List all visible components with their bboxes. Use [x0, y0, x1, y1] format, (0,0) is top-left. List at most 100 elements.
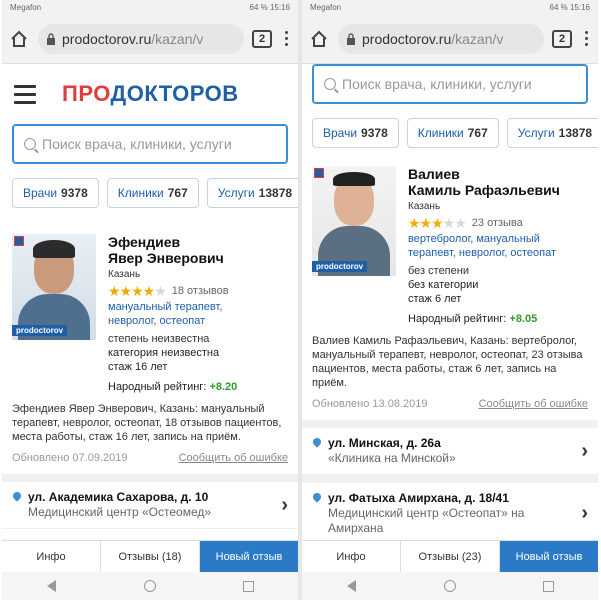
search-input[interactable]: Поиск врача, клиники, услуги: [12, 124, 288, 164]
people-rating: Народный рейтинг: +8.20: [108, 380, 288, 394]
logo-pro: ПРО: [62, 81, 111, 106]
location-pin-icon: [312, 493, 322, 505]
doctor-photo[interactable]: prodoctorov: [312, 166, 396, 276]
address-clinic: Медицинский центр «Остеопат» на Амирхана: [328, 506, 525, 535]
updated-row: Обновлено 07.09.2019 Сообщить об ошибке: [2, 452, 298, 464]
address-bar[interactable]: prodoctorov.ru/kazan/v: [38, 23, 244, 54]
rating-label: Народный рейтинг:: [108, 381, 207, 393]
tabs-count-button[interactable]: 2: [252, 29, 272, 48]
people-rating: Народный рейтинг: +8.05: [408, 312, 588, 326]
section-divider: [2, 474, 298, 482]
phone-left: Megafon 64 % 15:16 prodoctorov.ru/kazan/…: [2, 0, 298, 600]
verified-badge-icon: [314, 168, 324, 178]
doctor-card: prodoctorov Валиев Камиль Рафаэльевич Ка…: [302, 166, 598, 326]
address-street: ул. Минская, д. 26а: [328, 436, 441, 450]
home-circle-icon[interactable]: [143, 579, 157, 593]
section-divider: [302, 475, 598, 483]
android-nav-bar: [2, 572, 298, 600]
bottom-tab-bar: Инфо Отзывы (18) Новый отзыв: [2, 540, 298, 572]
tab-reviews[interactable]: Отзывы (18): [101, 541, 200, 572]
chip-count: 767: [467, 126, 488, 140]
status-bar: Megafon 64 % 15:16: [302, 0, 598, 14]
site-header: ПРОДОКТОРОВ: [2, 64, 298, 124]
chip-doctors[interactable]: Врачи 9378: [12, 178, 99, 208]
photo-watermark: prodoctorov: [312, 261, 368, 272]
address-item[interactable]: ул. Минская, д. 26а «Клиника на Минской»…: [302, 428, 598, 475]
recents-icon[interactable]: [242, 579, 256, 593]
search-placeholder: Поиск врача, клиники, услуги: [42, 136, 232, 152]
photo-watermark: prodoctorov: [12, 325, 68, 336]
category-chips: Врачи 9378 Клиники 767 Услуги 13878: [2, 178, 298, 208]
address-bar[interactable]: prodoctorov.ru/kazan/v: [338, 23, 544, 54]
carrier-label: Megafon: [310, 2, 342, 12]
tabs-count-button[interactable]: 2: [552, 29, 572, 48]
chevron-right-icon: ›: [581, 502, 588, 524]
chip-doctors[interactable]: Врачи 9378: [312, 118, 399, 148]
rating-row: ★★★★★ 18 отзывов: [108, 284, 288, 298]
chip-clinics[interactable]: Клиники 767: [106, 178, 199, 208]
doctor-info: Валиев Камиль Рафаэльевич Казань ★★★★★ 2…: [408, 166, 588, 326]
browser-toolbar: prodoctorov.ru/kazan/v 2: [302, 14, 598, 64]
back-icon[interactable]: [344, 579, 358, 593]
address-item[interactable]: ул. Академика Сахарова, д. 10 Медицински…: [2, 482, 298, 529]
address-street: ул. Фатыха Амирхана, д. 18/41: [328, 491, 509, 505]
address-item[interactable]: ул. Фатыха Амирхана, д. 18/41 Медицински…: [302, 483, 598, 545]
reviews-link[interactable]: 23 отзыва: [472, 216, 523, 230]
rating-row: ★★★★★ 23 отзыва: [408, 216, 588, 230]
browser-toolbar: prodoctorov.ru/kazan/v 2: [2, 14, 298, 64]
doctor-info: Эфендиев Явер Энверович Казань ★★★★★ 18 …: [108, 234, 288, 394]
new-review-button[interactable]: Новый отзыв: [200, 541, 298, 572]
chip-label: Клиники: [117, 186, 164, 200]
search-input[interactable]: Поиск врача, клиники, услуги: [312, 64, 588, 104]
updated-row: Обновлено 13.08.2019 Сообщить об ошибке: [302, 398, 598, 410]
search-icon: [324, 78, 336, 90]
category-chips: Врачи 9378 Клиники 767 Услуги 13878: [302, 118, 598, 148]
doctor-category: без категории: [408, 279, 479, 291]
site-logo[interactable]: ПРОДОКТОРОВ: [62, 81, 239, 107]
home-icon[interactable]: [308, 28, 330, 50]
doctor-first-name: Явер Энверович: [108, 250, 224, 266]
tab-reviews[interactable]: Отзывы (23): [401, 541, 500, 572]
tab-info[interactable]: Инфо: [302, 541, 401, 572]
specialty-link[interactable]: терапевт, невролог, остеопат: [408, 246, 588, 260]
more-menu-icon[interactable]: [580, 31, 592, 46]
chip-label: Услуги: [217, 186, 255, 200]
recents-icon[interactable]: [542, 579, 556, 593]
address-clinic: Медицинский центр «Остеомед»: [28, 505, 212, 519]
home-icon[interactable]: [8, 28, 30, 50]
lock-icon: [47, 32, 55, 45]
hamburger-menu-icon[interactable]: [14, 84, 36, 104]
chip-count: 13878: [558, 126, 593, 140]
chip-clinics[interactable]: Клиники 767: [406, 118, 499, 148]
star-rating-icon: ★★★★★: [408, 215, 467, 231]
new-review-button[interactable]: Новый отзыв: [500, 541, 598, 572]
chip-services[interactable]: Услуги 13878: [506, 118, 598, 148]
specialty-link[interactable]: мануальный терапевт,: [108, 300, 288, 314]
section-divider: [302, 420, 598, 428]
chip-services[interactable]: Услуги 13878: [206, 178, 298, 208]
doctor-photo[interactable]: prodoctorov: [12, 234, 96, 340]
search-icon: [24, 138, 36, 150]
status-right: 64 % 15:16: [549, 2, 590, 12]
back-icon[interactable]: [44, 579, 58, 593]
doctor-last-name: Эфендиев: [108, 234, 181, 250]
home-circle-icon[interactable]: [443, 579, 457, 593]
tab-info[interactable]: Инфо: [2, 541, 101, 572]
specialty-link[interactable]: вертебролог, мануальный: [408, 232, 588, 246]
specialty-link[interactable]: невролог, остеопат: [108, 314, 288, 328]
url-domain: prodoctorov.ru: [362, 30, 452, 47]
report-error-link[interactable]: Сообщить об ошибке: [479, 398, 588, 410]
url-domain: prodoctorov.ru: [62, 30, 152, 47]
url-path: /kazan/v: [151, 30, 204, 47]
doctor-first-name: Камиль Рафаэльевич: [408, 182, 560, 198]
report-error-link[interactable]: Сообщить об ошибке: [179, 452, 288, 464]
phone-right: Megafon 64 % 15:16 prodoctorov.ru/kazan/…: [302, 0, 598, 600]
more-menu-icon[interactable]: [280, 31, 292, 46]
chip-label: Врачи: [23, 186, 58, 200]
chip-label: Врачи: [323, 126, 358, 140]
chip-label: Услуги: [517, 126, 555, 140]
rating-value: +8.05: [509, 313, 538, 325]
chevron-right-icon: ›: [581, 439, 588, 462]
location-pin-icon: [312, 438, 322, 450]
reviews-link[interactable]: 18 отзывов: [172, 284, 229, 298]
